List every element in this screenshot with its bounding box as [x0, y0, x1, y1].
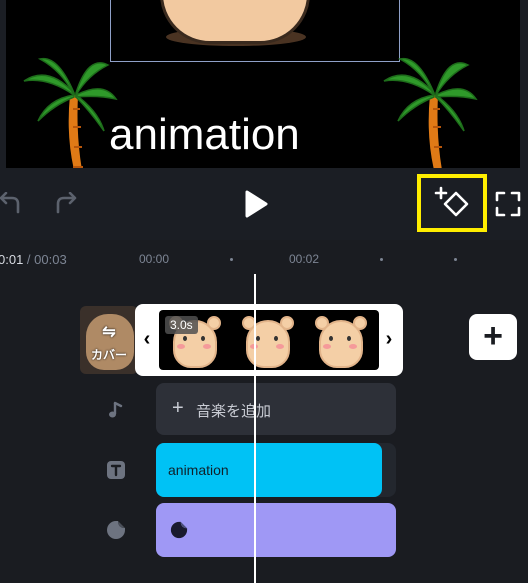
plus-icon: +: [172, 397, 184, 419]
video-clip[interactable]: ‹ 3.0s ›: [135, 304, 403, 376]
trim-handle-right-icon[interactable]: ›: [381, 324, 397, 354]
undo-button[interactable]: [0, 190, 26, 218]
sticker-track-icon: [107, 521, 125, 539]
play-icon: [245, 190, 268, 218]
time-readout: 0:01 / 00:03: [0, 252, 67, 267]
add-music-label: 音楽を追加: [196, 403, 272, 420]
add-clip-button[interactable]: +: [469, 314, 517, 360]
clip-thumbnail: [305, 310, 378, 370]
redo-button[interactable]: [50, 190, 82, 218]
clip-thumbnail: [232, 310, 305, 370]
palm-tree-left: [23, 57, 118, 168]
timeline-panel: 0:01 / 00:03 00:00 00:02 ⇋ カバー ‹ 3.0s › …: [0, 240, 528, 583]
text-clip-label: animation: [168, 462, 229, 478]
redo-icon: [56, 192, 77, 214]
fullscreen-button[interactable]: [494, 190, 522, 218]
sticker-icon: [170, 521, 188, 539]
playhead[interactable]: [254, 274, 256, 583]
add-keyframe-icon: [434, 186, 469, 217]
sticker-track-clip[interactable]: [156, 503, 396, 557]
cover-button[interactable]: ⇋ カバー: [80, 306, 138, 374]
cover-label: カバー: [90, 348, 127, 362]
total-time: / 00:03: [23, 252, 67, 267]
fullscreen-icon: [495, 191, 521, 217]
tick-dot: [380, 258, 383, 261]
play-button[interactable]: [238, 186, 274, 222]
add-music-button[interactable]: + 音楽を追加: [156, 383, 396, 435]
edit-cover-icon: ⇋: [102, 324, 116, 341]
preview-canvas[interactable]: animation: [6, 0, 520, 168]
tick-dot: [454, 258, 457, 261]
time-tick: 00:00: [139, 252, 170, 266]
tick-dot: [230, 258, 233, 261]
undo-icon: [0, 192, 20, 214]
add-keyframe-button[interactable]: [417, 174, 487, 232]
music-note-icon: [109, 401, 123, 418]
text-track-clip[interactable]: animation: [156, 443, 382, 497]
trim-handle-left-icon[interactable]: ‹: [139, 324, 155, 354]
video-editor-screen: animation 0:01 / 00:03 00:00 00:02 ⇋ カバー…: [0, 0, 528, 583]
time-tick: 00:02: [289, 252, 320, 266]
current-time: 0:01: [0, 252, 24, 267]
playback-toolbar: [0, 168, 528, 240]
overlay-text[interactable]: animation: [109, 110, 300, 160]
video-preview: animation: [0, 0, 528, 168]
selection-frame[interactable]: [110, 0, 400, 62]
palm-tree-right: [383, 57, 478, 168]
text-track-icon: [107, 461, 125, 479]
clip-duration-badge: 3.0s: [165, 316, 198, 334]
